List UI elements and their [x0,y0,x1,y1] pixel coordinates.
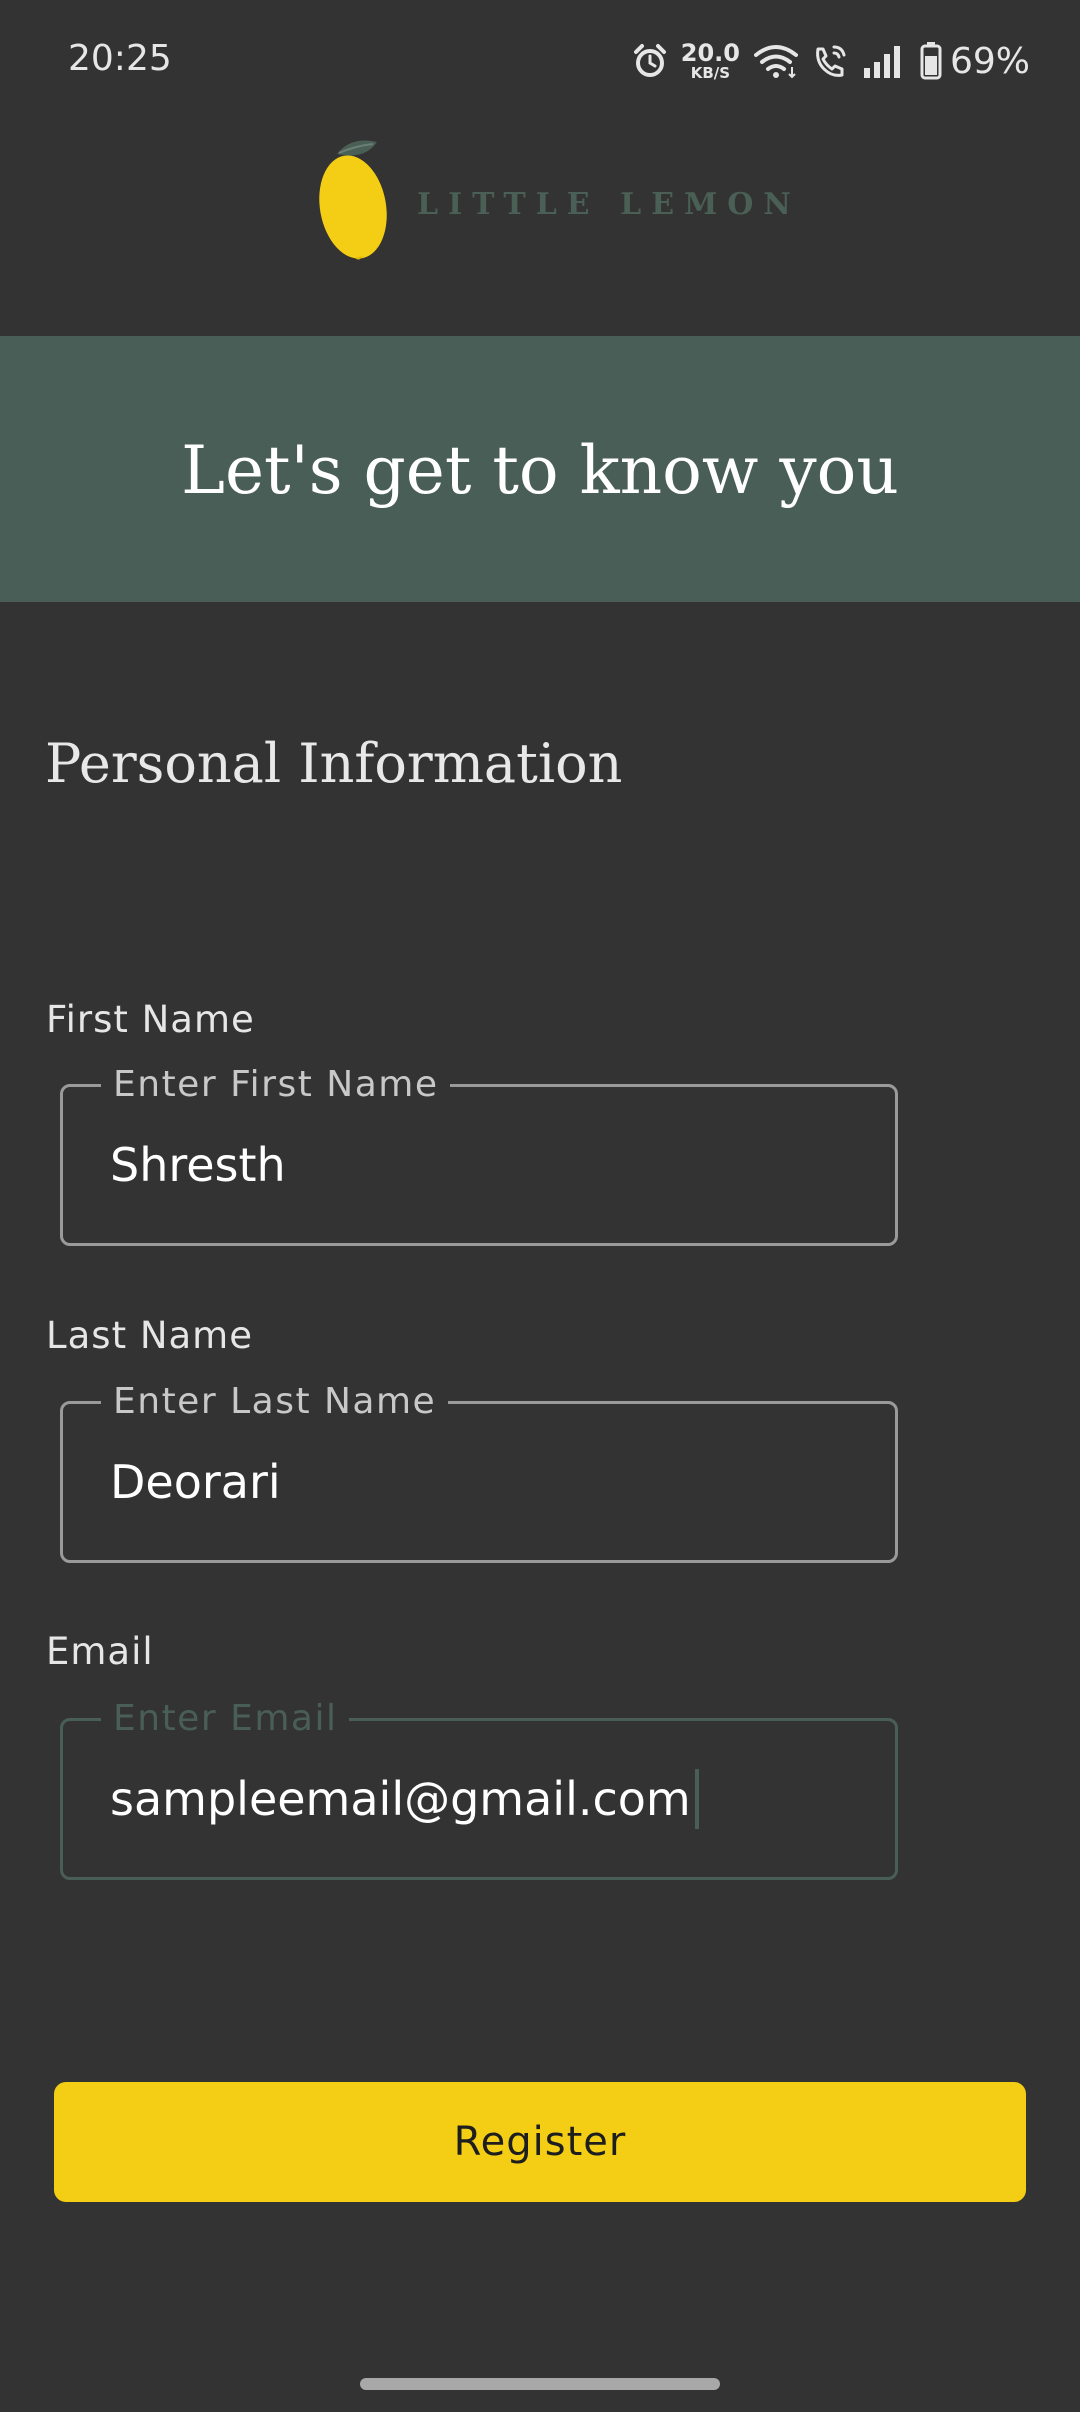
last-name-field[interactable]: Enter Last Name Deorari [60,1380,898,1563]
last-name-input[interactable]: Deorari [110,1452,850,1512]
email-field[interactable]: Enter Email sampleemail@gmail.com [60,1697,898,1880]
signal-icon [862,44,906,78]
home-indicator[interactable] [360,2378,720,2390]
battery-icon [920,42,942,80]
wifi-icon [753,43,798,79]
text-caret [694,1769,699,1829]
email-label: Email [46,1630,154,1673]
wifi-call-icon [812,43,848,79]
status-time: 20:25 [68,38,172,79]
first-name-placeholder: Enter First Name [101,1063,451,1107]
status-bar: 20:25 20.0 KB/S 69% [0,0,1080,125]
logo-text: LITTLE LEMON [417,186,801,222]
section-title: Personal Information [45,732,623,795]
email-input[interactable]: sampleemail@gmail.com [110,1769,850,1829]
first-name-value: Shresth [110,1138,286,1192]
network-speed-unit: KB/S [690,64,731,82]
first-name-label: First Name [46,998,255,1041]
alarm-icon [633,43,667,79]
little-lemon-logo: LITTLE LEMON [315,136,801,266]
email-value: sampleemail@gmail.com [110,1772,691,1826]
status-icons: 20.0 KB/S 69% [633,36,1030,86]
battery-percentage: 69% [949,40,1030,82]
last-name-label: Last Name [46,1314,253,1357]
first-name-field[interactable]: Enter First Name Shresth [60,1063,898,1246]
network-speed-value: 20.0 [680,39,740,67]
register-button[interactable]: Register [54,2082,1026,2202]
hero-banner: Let's get to know you [0,336,1080,602]
lemon-icon [315,134,395,268]
email-placeholder: Enter Email [101,1697,350,1741]
hero-title: Let's get to know you [181,431,899,509]
network-speed: 20.0 KB/S [681,41,740,81]
last-name-value: Deorari [110,1455,281,1509]
first-name-input[interactable]: Shresth [110,1135,850,1195]
last-name-placeholder: Enter Last Name [101,1380,449,1424]
